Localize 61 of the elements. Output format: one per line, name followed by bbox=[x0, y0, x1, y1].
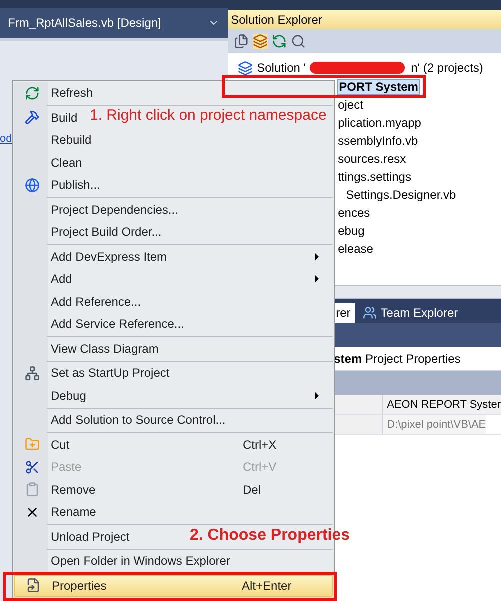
shortcut-text: Ctrl+X bbox=[243, 436, 278, 454]
menu-item[interactable]: Add DevExpress Item bbox=[14, 246, 168, 268]
hammer-icon bbox=[24, 110, 40, 126]
tree-item[interactable]: oject bbox=[337, 98, 364, 112]
tree-item[interactable]: PORT System bbox=[337, 79, 420, 95]
menu-item[interactable]: Debug bbox=[14, 384, 86, 407]
panel-tab[interactable]: Team Explorer bbox=[358, 303, 462, 323]
menu-item[interactable]: Properties Alt+Enter bbox=[14, 574, 333, 597]
tree-item[interactable]: ences bbox=[337, 206, 372, 220]
menu-item[interactable]: Unload Project bbox=[14, 526, 130, 548]
menu-item[interactable]: Add Reference... bbox=[14, 290, 142, 313]
menu-item[interactable]: Cut bbox=[14, 434, 70, 456]
menu-item[interactable]: Rebuild bbox=[14, 129, 92, 152]
menu-item[interactable]: Add Service Reference... bbox=[14, 313, 184, 336]
menu-item[interactable]: View Class Diagram bbox=[14, 338, 159, 360]
refresh-icon[interactable] bbox=[272, 34, 288, 48]
property-value[interactable]: AEON REPORT Syster bbox=[383, 395, 501, 414]
properties-title: stem Project Properties bbox=[334, 350, 461, 368]
tree-item[interactable]: ttings.settings bbox=[337, 170, 412, 184]
menu-item[interactable]: Rename bbox=[14, 501, 96, 524]
folder-plus-icon bbox=[24, 437, 40, 452]
diagram-icon bbox=[24, 366, 40, 381]
tree-item[interactable]: sources.resx bbox=[337, 152, 408, 166]
shortcut-text: Ctrl+V bbox=[243, 459, 278, 476]
tree-item[interactable]: Solution ' bbox=[257, 59, 306, 77]
tree-item[interactable]: plication.myapp bbox=[337, 116, 422, 130]
globe-icon bbox=[24, 178, 40, 193]
menu-item[interactable]: Build bbox=[14, 106, 78, 129]
scissors-icon bbox=[24, 460, 40, 475]
tree-item[interactable]: ssemblyInfo.vb bbox=[337, 134, 420, 148]
menu-item[interactable]: Project Build Order... bbox=[14, 221, 162, 244]
menu-item[interactable]: Clean bbox=[14, 152, 82, 174]
annotation-text: 2. Choose Properties bbox=[190, 527, 350, 545]
panel-title: Solution Explorer bbox=[231, 12, 322, 28]
menu-item[interactable]: Set as StartUp Project bbox=[14, 362, 170, 384]
tree-item[interactable]: elease bbox=[337, 242, 374, 256]
clipboard-icon bbox=[24, 482, 40, 498]
menu-item[interactable]: Publish... bbox=[14, 174, 100, 196]
menu-item[interactable]: Remove bbox=[14, 478, 96, 501]
menu-item[interactable]: Project Dependencies... bbox=[14, 198, 178, 221]
shortcut-text: Del bbox=[243, 482, 262, 499]
tree-item[interactable]: ebug bbox=[337, 224, 366, 238]
shortcut-text: Alt+Enter bbox=[242, 578, 293, 595]
tree-item[interactable]: Settings.Designer.vb bbox=[345, 188, 458, 202]
people-icon bbox=[362, 306, 377, 320]
solution-icon bbox=[238, 60, 254, 76]
files-icon[interactable] bbox=[234, 34, 250, 48]
menu-item[interactable]: Add Solution to Source Control... bbox=[14, 409, 226, 432]
search-icon[interactable] bbox=[291, 34, 306, 48]
annotation-text: 1. Right click on project namespace bbox=[90, 107, 327, 125]
menu-item[interactable]: Open Folder in Windows Explorer bbox=[14, 550, 230, 572]
refresh-icon bbox=[24, 86, 40, 101]
submenu-arrow-icon bbox=[315, 252, 319, 260]
menu-item[interactable]: Refresh bbox=[14, 82, 94, 104]
submenu-arrow-icon bbox=[315, 275, 319, 283]
document-icon bbox=[26, 578, 40, 594]
layers-icon[interactable] bbox=[253, 34, 268, 48]
link-text[interactable]: od bbox=[0, 133, 12, 145]
submenu-arrow-icon bbox=[315, 392, 319, 400]
tree-item[interactable]: n' (2 projects) bbox=[411, 59, 484, 77]
menu-item[interactable]: Add bbox=[14, 268, 72, 290]
